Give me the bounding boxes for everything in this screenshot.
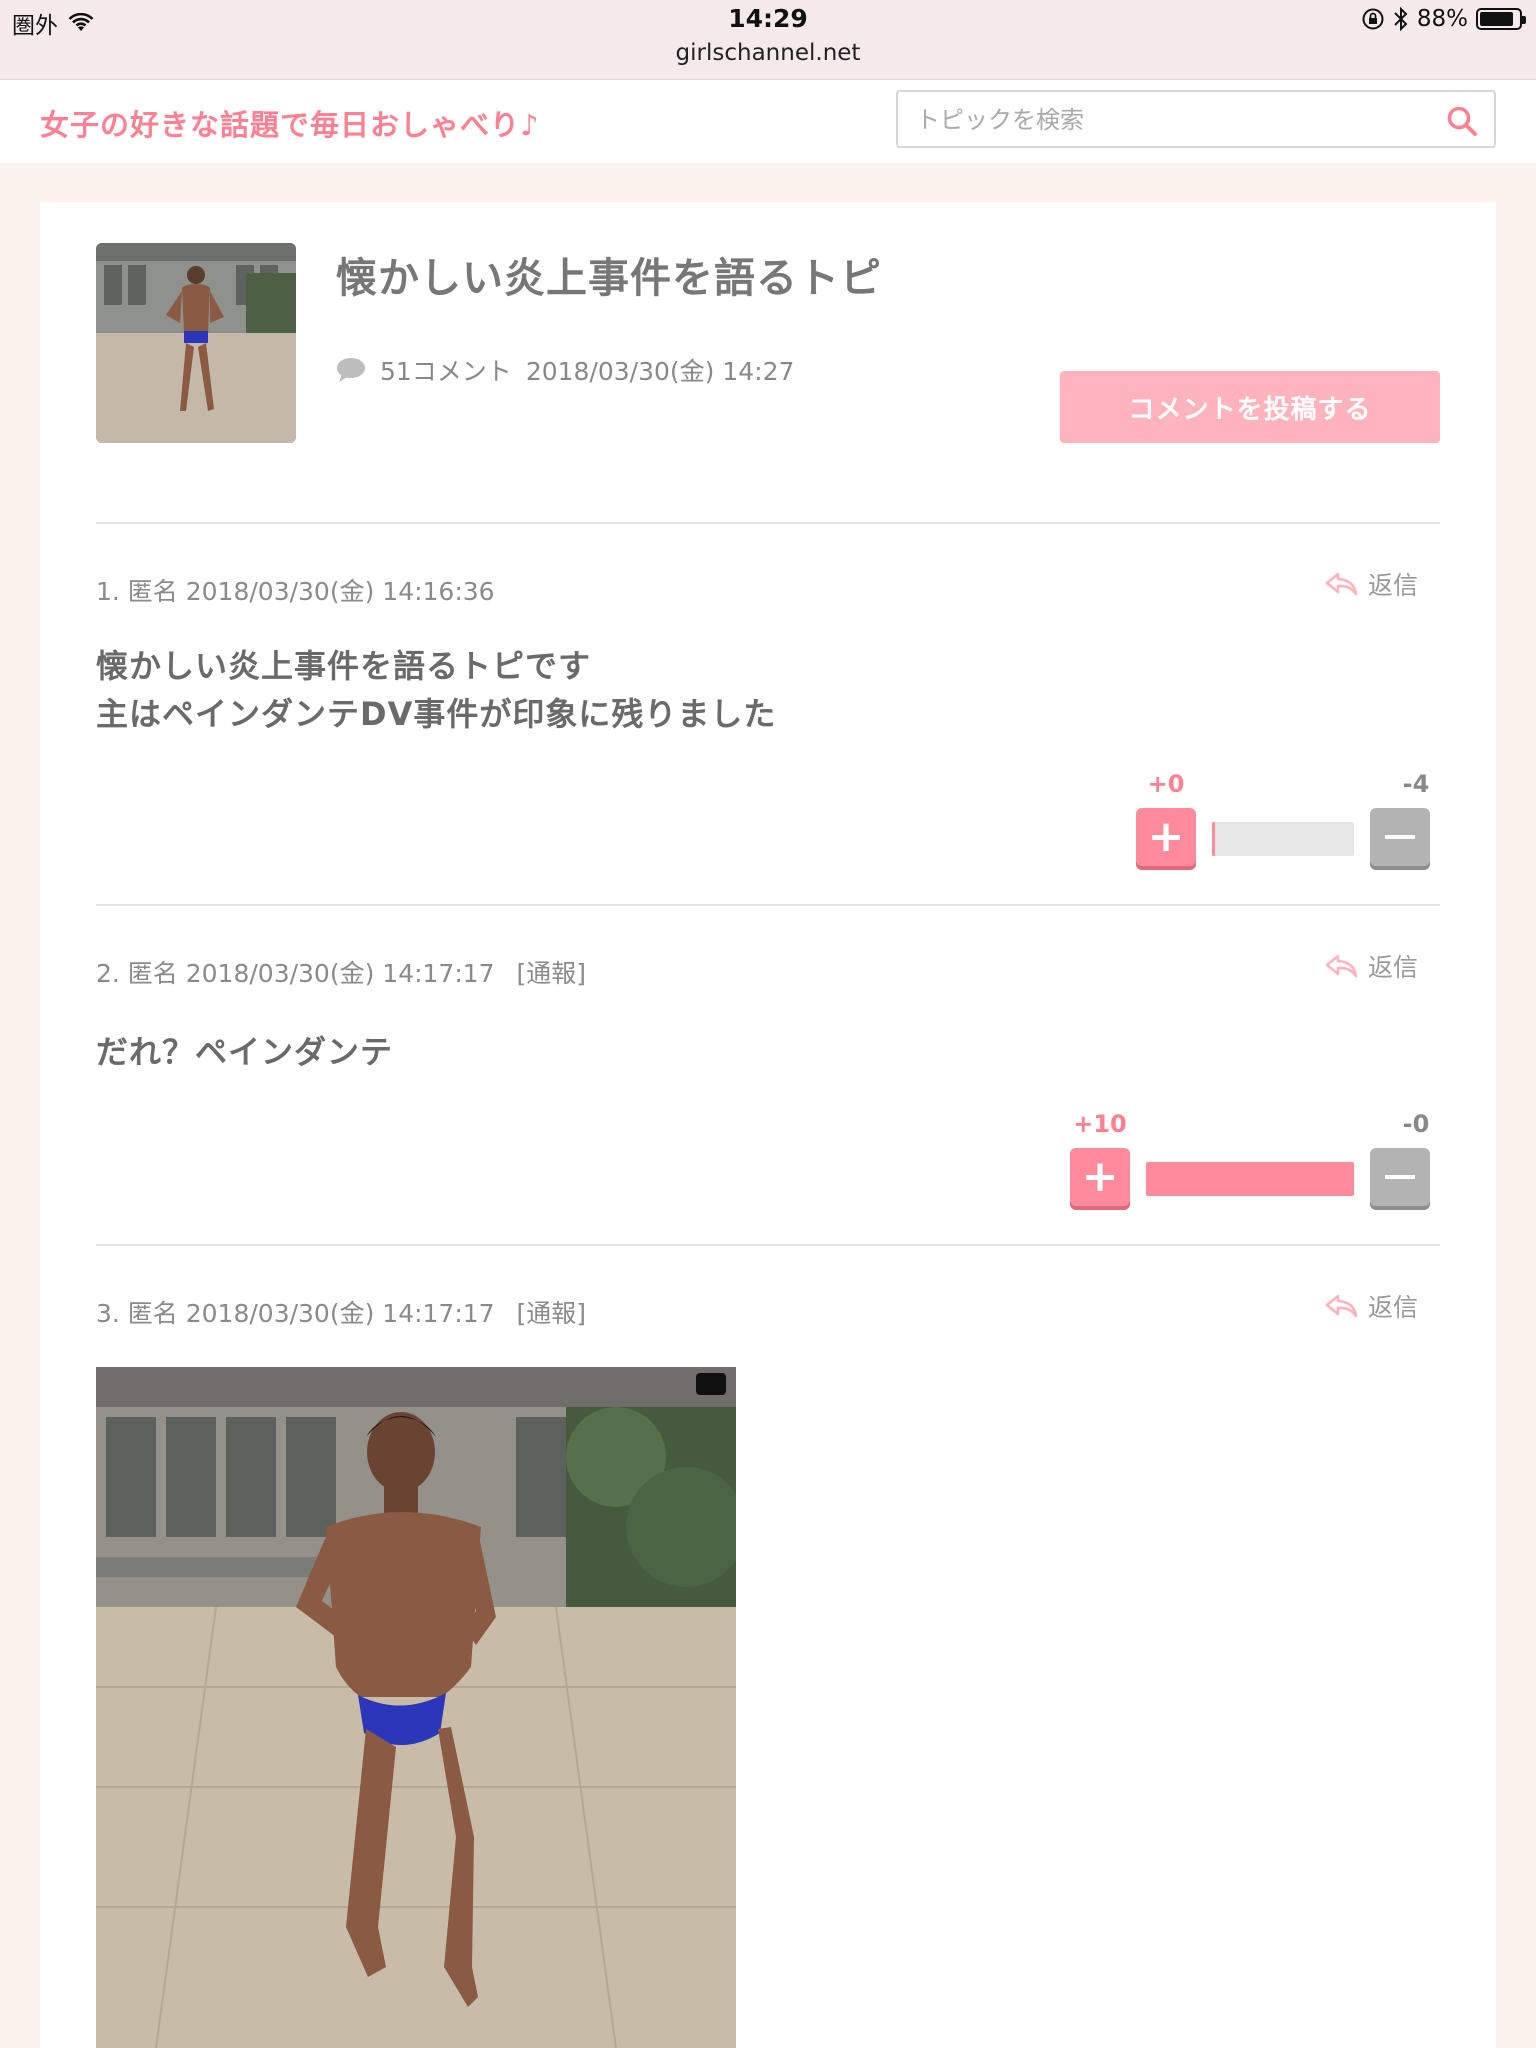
comment-2-report-link[interactable]: [通報] [517,959,587,988]
reply-arrow-icon [1325,954,1358,978]
comment-2-plus-button[interactable]: + [1070,1148,1130,1206]
comment-1-line-1: 懐かしい炎上事件を語るトピです [96,647,592,685]
comment-3-meta: 3. 匿名 2018/03/30(金) 14:17:17 [96,1299,495,1328]
comment-2-line-1: だれ？ペインダンテ [96,1033,394,1071]
reply-label: 返信 [1368,1293,1419,1322]
post-comment-button[interactable]: コメントを投稿する [1060,371,1440,443]
search-icon[interactable] [1446,105,1478,137]
comment-1-line-2: 主はペインダンテDV事件が印象に残りました [96,695,777,733]
site-header: 女子の好きな話題で毎日おしゃべり♪ [0,80,1536,163]
search-input[interactable] [916,102,1416,138]
reply-arrow-icon [1325,1294,1358,1318]
site-tagline-link[interactable]: 女子の好きな話題で毎日おしゃべり♪ [40,102,540,144]
comment-2-header: 2. 匿名 2018/03/30(金) 14:17:17 [通報] [96,954,586,990]
comment-divider [96,522,1440,524]
status-right: 88% [1361,6,1526,32]
comment-2-minus-button[interactable] [1370,1148,1430,1206]
reply-arrow-icon [1325,572,1358,596]
comment-2-reply-button[interactable]: 返信 [1324,948,1418,984]
comment-1-plus-button[interactable]: + [1136,808,1196,866]
comment-1-minus-button[interactable] [1370,808,1430,866]
status-time: 14:29 [728,4,808,33]
battery-icon [1476,8,1526,30]
topic-meta: 51コメント 2018/03/30(金) 14:27 [336,352,794,388]
battery-level [1480,12,1514,26]
comment-2-minus-count: -0 [1402,1110,1430,1138]
status-bar: 圏外 14:29 girlschannel.net 88% [0,0,1536,80]
comment-2-vote-bar-fill [1146,1162,1354,1196]
comment-2-vote-bar [1146,1162,1354,1196]
topic-card: 懐かしい炎上事件を語るトピ 51コメント 2018/03/30(金) 14:27… [40,202,1496,2048]
comment-divider [96,904,1440,906]
comment-1-plus-count: +0 [1147,770,1185,798]
comment-2-meta: 2. 匿名 2018/03/30(金) 14:17:17 [96,959,495,988]
comment-3-image[interactable] [96,1367,736,2048]
comment-2-plus-count: +10 [1073,1110,1127,1138]
comment-1-header: 1. 匿名 2018/03/30(金) 14:16:36 [96,572,495,608]
battery-percent: 88% [1416,6,1468,32]
topic-title: 懐かしい炎上事件を語るトピ [336,254,882,302]
search-box[interactable] [896,90,1496,148]
comment-count: 51コメント [380,357,512,386]
reply-label: 返信 [1368,953,1419,982]
reply-label: 返信 [1368,571,1419,600]
topic-datetime: 2018/03/30(金) 14:27 [525,357,795,386]
comment-1-vote-bar [1212,822,1354,856]
rotation-lock-icon [1362,8,1384,30]
comment-1-meta: 1. 匿名 2018/03/30(金) 14:16:36 [96,577,495,606]
comment-3-header: 3. 匿名 2018/03/30(金) 14:17:17 [通報] [96,1294,586,1330]
comment-1-body: 懐かしい炎上事件を語るトピです 主はペインダンテDV事件が印象に残りました [96,642,776,738]
comment-1-vote: +0 -4 + [1126,764,1446,866]
bluetooth-icon [1394,6,1408,32]
comment-2-vote: +10 -0 + [1060,1104,1446,1206]
topic-thumbnail-image[interactable] [96,243,296,443]
comment-1-minus-count: -4 [1402,770,1430,798]
comment-3-reply-button[interactable]: 返信 [1324,1288,1418,1324]
comment-1-vote-bar-fill [1212,822,1215,856]
comment-bubble-icon [337,358,365,382]
comment-3-report-link[interactable]: [通報] [517,1299,587,1328]
comment-divider [96,1244,1440,1246]
comment-1-reply-button[interactable]: 返信 [1324,566,1418,602]
url-bar[interactable]: girlschannel.net [0,40,1536,66]
comment-2-body: だれ？ペインダンテ [96,1028,393,1076]
